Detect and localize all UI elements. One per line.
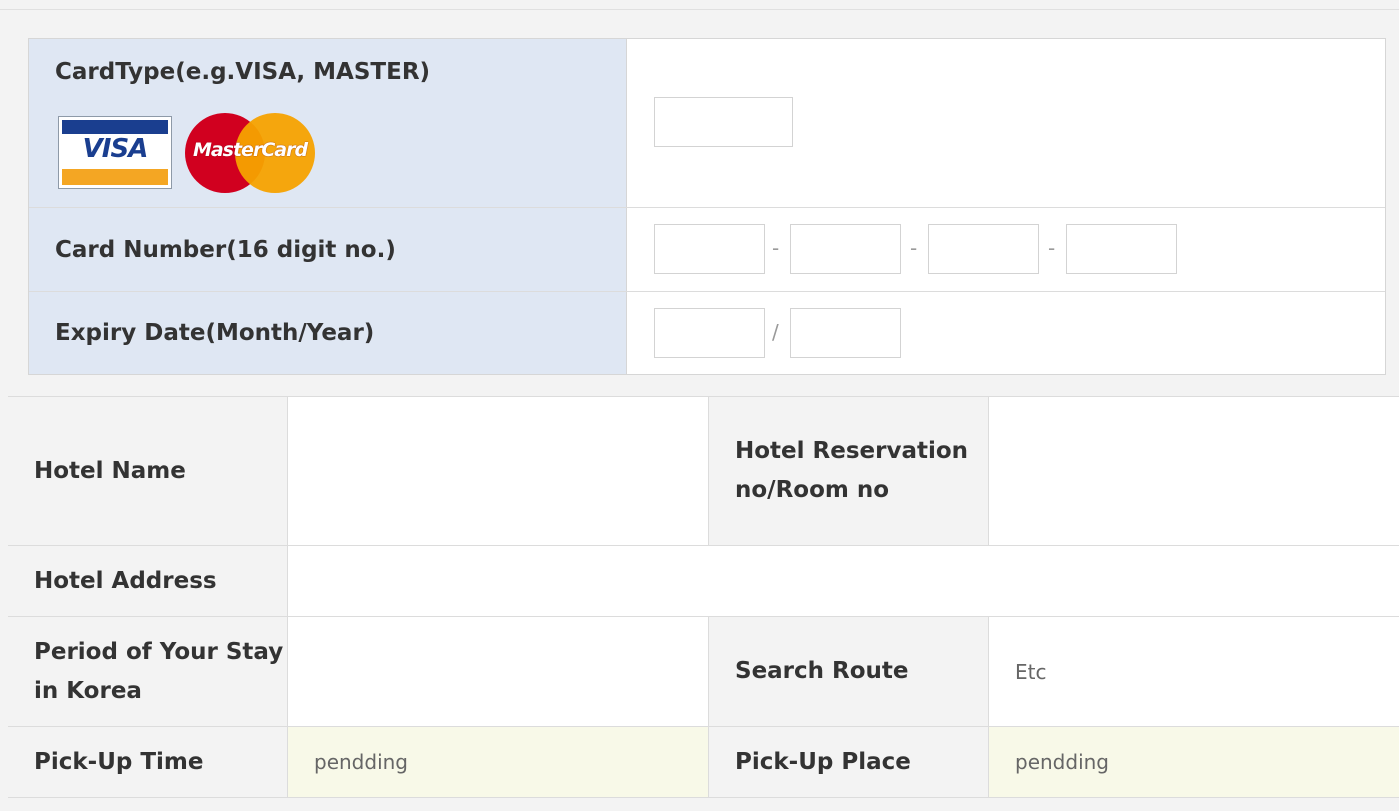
hotel-name-label: Hotel Name	[8, 397, 288, 545]
search-route-label: Search Route	[709, 617, 989, 726]
card-type-input[interactable]	[654, 97, 793, 147]
search-route-value: Etc	[989, 617, 1399, 726]
hotel-info-table: Hotel Name Hotel Reservation no/Room no …	[8, 396, 1399, 798]
expiry-label: Expiry Date(Month/Year)	[29, 292, 627, 374]
pickup-place-value: pendding	[989, 727, 1399, 797]
expiry-value-cell: /	[627, 292, 1385, 374]
stay-period-label: Period of Your Stay in Korea	[8, 617, 288, 726]
card-number-input-3[interactable]	[928, 224, 1039, 274]
card-info-table: CardType(e.g.VISA, MASTER) VISA MasterCa…	[28, 38, 1386, 375]
pickup-place-label: Pick-Up Place	[709, 727, 989, 797]
card-number-sep-3: -	[1048, 236, 1056, 260]
card-number-input-1[interactable]	[654, 224, 765, 274]
pickup-time-label: Pick-Up Time	[8, 727, 288, 797]
hotel-name-row: Hotel Name Hotel Reservation no/Room no	[8, 397, 1399, 546]
visa-logo-text: VISA	[82, 134, 149, 164]
card-type-label-cell: CardType(e.g.VISA, MASTER) VISA MasterCa…	[29, 39, 627, 207]
card-type-value-cell	[627, 39, 1385, 207]
card-number-input-2[interactable]	[790, 224, 901, 274]
expiry-row: Expiry Date(Month/Year) /	[29, 292, 1385, 374]
card-number-sep-1: -	[772, 236, 780, 260]
stay-period-value[interactable]	[288, 617, 709, 726]
hotel-name-value[interactable]	[288, 397, 709, 545]
hotel-reservation-value[interactable]	[989, 397, 1399, 545]
expiry-month-input[interactable]	[654, 308, 765, 358]
pickup-time-value: pendding	[288, 727, 709, 797]
card-number-sep-2: -	[910, 236, 918, 260]
pickup-row: Pick-Up Time pendding Pick-Up Place pend…	[8, 727, 1399, 798]
card-number-value-cell: - - -	[627, 208, 1385, 291]
expiry-year-input[interactable]	[790, 308, 901, 358]
stay-period-row: Period of Your Stay in Korea Search Rout…	[8, 617, 1399, 727]
hotel-address-label: Hotel Address	[8, 546, 288, 616]
card-type-row: CardType(e.g.VISA, MASTER) VISA MasterCa…	[29, 39, 1385, 208]
hotel-address-value[interactable]	[288, 546, 1399, 616]
visa-logo: VISA	[58, 116, 172, 189]
top-divider	[0, 0, 1399, 10]
hotel-reservation-label: Hotel Reservation no/Room no	[709, 397, 989, 545]
card-number-row: Card Number(16 digit no.) - - -	[29, 208, 1385, 292]
card-number-label: Card Number(16 digit no.)	[29, 208, 627, 291]
mastercard-logo: MasterCard	[185, 113, 315, 193]
card-type-label: CardType(e.g.VISA, MASTER)	[55, 59, 431, 85]
hotel-address-row: Hotel Address	[8, 546, 1399, 617]
mastercard-logo-text: MasterCard	[192, 139, 308, 161]
expiry-sep: /	[772, 320, 779, 344]
card-number-input-4[interactable]	[1066, 224, 1177, 274]
